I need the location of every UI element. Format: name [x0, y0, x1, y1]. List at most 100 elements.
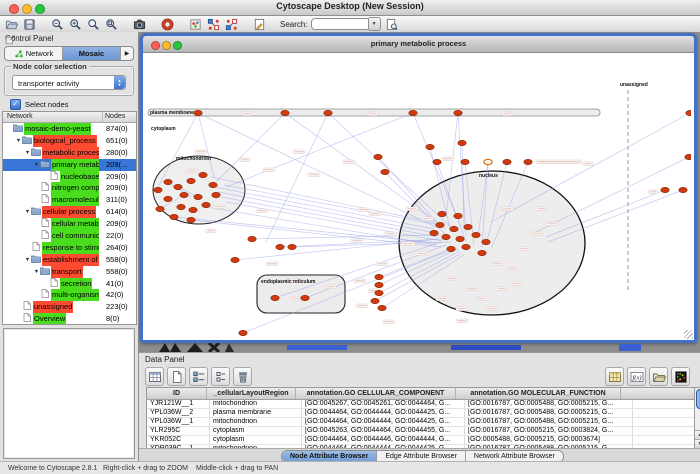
network-node[interactable]	[202, 202, 210, 207]
import-file-icon[interactable]	[649, 367, 668, 386]
network-node[interactable]	[378, 305, 386, 310]
network-canvas[interactable]: plasma membranecytoplasmmitochondrionnuc…	[143, 53, 694, 340]
network-node[interactable]	[187, 217, 195, 222]
import-table-icon[interactable]	[605, 367, 624, 386]
network-node[interactable]	[450, 226, 458, 231]
new-network-from-selection-icon[interactable]	[206, 17, 220, 31]
network-node[interactable]	[461, 159, 469, 164]
network-node[interactable]	[374, 154, 382, 159]
tree-row[interactable]: unassigned223(0)	[3, 301, 136, 313]
network-node[interactable]	[177, 204, 185, 209]
network-node[interactable]	[170, 214, 178, 219]
network-node[interactable]	[281, 110, 289, 115]
resize-grip-icon[interactable]	[684, 330, 693, 339]
save-session-icon[interactable]	[22, 17, 36, 31]
network-node[interactable]	[199, 172, 207, 177]
network-node[interactable]	[661, 187, 669, 192]
network-node[interactable]	[248, 236, 256, 241]
zoom-out-icon[interactable]	[50, 17, 64, 31]
network-node[interactable]	[686, 110, 691, 115]
network-node[interactable]	[375, 290, 383, 295]
table-row[interactable]: YPL036W__1mitochondrion[GO:0044464, GO:0…	[147, 418, 695, 427]
tab-mosaic[interactable]: Mosaic	[63, 47, 121, 60]
network-node[interactable]	[194, 110, 202, 115]
network-window-titlebar[interactable]: primary metabolic process	[143, 36, 694, 53]
network-node[interactable]	[180, 192, 188, 197]
tree-row[interactable]: ▼biological_process651(0)	[3, 135, 136, 147]
node-color-dropdown[interactable]: transporter activity ▲▼	[12, 75, 126, 90]
network-node[interactable]	[154, 187, 162, 192]
network-node[interactable]	[209, 182, 217, 187]
network-node[interactable]	[478, 250, 486, 255]
network-node[interactable]	[454, 213, 462, 218]
network-node[interactable]	[447, 246, 455, 251]
network-node[interactable]	[164, 196, 172, 201]
zoom-fit-icon[interactable]	[104, 17, 118, 31]
network-node[interactable]	[433, 159, 441, 164]
tree-row[interactable]: secretion41(0)	[3, 278, 136, 290]
network-node[interactable]	[212, 192, 220, 197]
tree-row[interactable]: ▼transport558(0)	[3, 266, 136, 278]
network-node[interactable]	[462, 244, 470, 249]
network-node[interactable]	[472, 232, 480, 237]
network-node[interactable]	[442, 234, 450, 239]
zoom-selected-icon[interactable]	[86, 17, 100, 31]
network-node[interactable]	[482, 239, 490, 244]
network-node[interactable]	[464, 224, 472, 229]
tree-row[interactable]: ▼establishment of lo558(0)	[3, 254, 136, 266]
network-node[interactable]	[371, 298, 379, 303]
network-node[interactable]	[324, 110, 332, 115]
network-node[interactable]	[454, 110, 462, 115]
network-node[interactable]	[276, 244, 284, 249]
network-node[interactable]	[271, 295, 279, 300]
matrix-icon[interactable]	[671, 367, 690, 386]
network-node[interactable]	[189, 207, 197, 212]
tree-row[interactable]: nucleobase-209(0)	[3, 171, 136, 183]
selected-network-node[interactable]	[484, 159, 492, 164]
network-node[interactable]	[381, 169, 389, 174]
function-builder-icon[interactable]: f(x)	[627, 367, 646, 386]
column-header[interactable]: annotation.GO MOLECULAR_FUNCTION	[456, 388, 621, 399]
network-node[interactable]	[503, 159, 511, 164]
tab-network[interactable]: Network	[5, 47, 63, 60]
search-dropdown-button[interactable]: ▼	[369, 17, 381, 31]
tree-row[interactable]: nitrogen compo209(0)	[3, 182, 136, 194]
tree-row[interactable]: cell communicat22(0)	[3, 230, 136, 242]
attribute-grid-icon[interactable]	[145, 367, 164, 386]
new-attribute-icon[interactable]	[167, 367, 186, 386]
snapshot-icon[interactable]	[132, 17, 146, 31]
search-options-icon[interactable]	[385, 17, 399, 31]
tree-row[interactable]: response to stimul264(0)	[3, 242, 136, 254]
table-scrollbar[interactable]: ▲ ▼	[694, 387, 700, 450]
annotation-icon[interactable]	[252, 17, 266, 31]
table-row[interactable]: YPL036W__2plasma membrane[GO:0044464, GO…	[147, 409, 695, 418]
network-node[interactable]	[430, 230, 438, 235]
network-node[interactable]	[301, 295, 309, 300]
help-ring-icon[interactable]	[160, 17, 174, 31]
network-node[interactable]	[426, 144, 434, 149]
column-header[interactable]: _cellularLayoutRegion	[207, 388, 296, 399]
birds-eye-view[interactable]	[3, 328, 135, 459]
network-node[interactable]	[164, 179, 172, 184]
network-node[interactable]	[288, 244, 296, 249]
network-node[interactable]	[231, 257, 239, 262]
network-node[interactable]	[456, 236, 464, 241]
vizmapper-icon[interactable]	[188, 17, 202, 31]
network-node[interactable]	[458, 140, 466, 145]
network-node[interactable]	[375, 274, 383, 279]
tree-row[interactable]: ▼metabolic process280(0)	[3, 147, 136, 159]
network-node[interactable]	[409, 110, 417, 115]
network-node[interactable]	[685, 154, 691, 159]
scrollbar-thumb[interactable]	[696, 389, 700, 409]
network-node[interactable]	[524, 159, 532, 164]
network-view-window[interactable]: primary metabolic process plasma membran…	[140, 33, 697, 343]
tree-row[interactable]: mosaic-demo-yeast874(0)	[3, 123, 136, 135]
tree-row[interactable]: Overview8(0)	[3, 313, 136, 325]
network-node[interactable]	[375, 282, 383, 287]
open-session-icon[interactable]	[4, 17, 18, 31]
tree-row[interactable]: macromolecule311(0)	[3, 194, 136, 206]
more-tabs-arrow-icon[interactable]: ▶	[121, 47, 133, 60]
first-neighbors-icon[interactable]	[224, 17, 238, 31]
float-panel-icon[interactable]	[5, 34, 16, 45]
network-node[interactable]	[187, 178, 195, 183]
